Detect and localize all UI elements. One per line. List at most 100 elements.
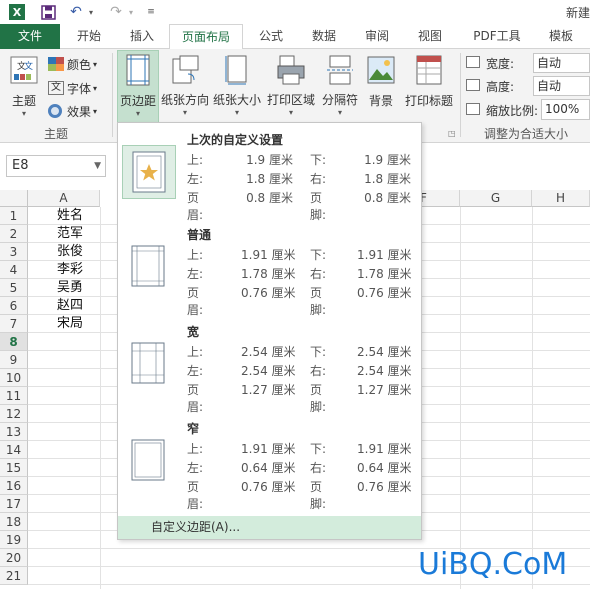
- row-header[interactable]: 14: [0, 441, 28, 459]
- tab-templates[interactable]: 模板: [538, 24, 584, 49]
- fonts-icon: 文: [48, 81, 64, 95]
- cell-a5[interactable]: 吴勇: [40, 279, 100, 297]
- right-value: 1.8 厘米: [364, 172, 411, 186]
- row-header[interactable]: 2: [0, 225, 28, 243]
- header-key: 页眉:: [187, 383, 204, 414]
- name-box[interactable]: E8 ▼: [6, 155, 106, 177]
- grid-line: [100, 207, 101, 589]
- fonts-button[interactable]: 文 字体 ▾: [48, 79, 104, 97]
- tab-view[interactable]: 视图: [406, 24, 454, 49]
- page-narrow-icon: [131, 439, 165, 481]
- height-select[interactable]: 自动: [533, 76, 590, 96]
- margin-preset-narrow[interactable]: 窄 上: 1.91 厘米 下: 1.91 厘米 左: 0.64 厘米 右: 0.…: [118, 414, 421, 511]
- cell-a6[interactable]: 赵四: [40, 297, 100, 315]
- ribbon-tabs: 文件 开始 插入 页面布局 公式 数据 审阅 视图 PDF工具 模板: [0, 24, 590, 50]
- row-header[interactable]: 6: [0, 297, 28, 315]
- bottom-key: 下:: [310, 442, 327, 456]
- tab-review[interactable]: 审阅: [354, 24, 400, 49]
- row-header[interactable]: 3: [0, 243, 28, 261]
- tab-formulas[interactable]: 公式: [248, 24, 294, 49]
- column-header-g[interactable]: G: [460, 190, 532, 207]
- undo-dropdown-icon[interactable]: ▾: [86, 3, 96, 21]
- row-header[interactable]: 20: [0, 549, 28, 567]
- tab-insert[interactable]: 插入: [118, 24, 166, 49]
- right-key: 右:: [310, 461, 327, 475]
- customize-qat-icon[interactable]: ≡: [145, 3, 157, 21]
- row-header[interactable]: 13: [0, 423, 28, 441]
- tab-file[interactable]: 文件: [0, 24, 60, 49]
- row-header[interactable]: 4: [0, 261, 28, 279]
- header-key: 页眉:: [187, 480, 204, 511]
- colors-button[interactable]: 颜色 ▾: [48, 55, 104, 73]
- row-header[interactable]: 19: [0, 531, 28, 549]
- redo-icon[interactable]: ↷: [106, 3, 126, 21]
- print-area-button[interactable]: 打印区域 ▾: [265, 50, 317, 123]
- cell-a7[interactable]: 宋局: [40, 315, 100, 333]
- cell-a2[interactable]: 范军: [40, 225, 100, 243]
- breaks-button[interactable]: 分隔符 ▾: [319, 50, 361, 123]
- cell-a3[interactable]: 张俊: [40, 243, 100, 261]
- scale-icon: [466, 103, 480, 115]
- custom-margins-item[interactable]: 自定义边距(A)...: [118, 516, 421, 539]
- right-value: 2.54 厘米: [357, 364, 412, 378]
- footer-key: 页脚:: [310, 191, 327, 222]
- preset-title: 宽: [187, 325, 200, 339]
- width-icon: [466, 56, 480, 68]
- row-header[interactable]: 16: [0, 477, 28, 495]
- page-setup-launcher-icon[interactable]: ◳: [448, 129, 456, 138]
- page-star-icon: [132, 151, 166, 193]
- row-header[interactable]: 8: [0, 333, 28, 351]
- background-button[interactable]: 背景: [363, 50, 399, 123]
- colors-icon: [48, 57, 64, 71]
- row-header[interactable]: 12: [0, 405, 28, 423]
- tab-home[interactable]: 开始: [64, 24, 114, 49]
- tab-data[interactable]: 数据: [300, 24, 348, 49]
- bottom-key: 下:: [310, 248, 327, 262]
- orientation-button[interactable]: 纸张方向 ▾: [161, 50, 209, 123]
- size-button[interactable]: 纸张大小 ▾: [212, 50, 262, 123]
- row-header[interactable]: 9: [0, 351, 28, 369]
- margins-button[interactable]: 页边距 ▾: [117, 50, 159, 123]
- grid-line: [28, 584, 590, 585]
- left-value: 0.64 厘米: [241, 461, 296, 475]
- undo-icon[interactable]: ↶: [66, 3, 86, 21]
- print-titles-icon: [416, 55, 442, 85]
- row-header[interactable]: 7: [0, 315, 28, 333]
- themes-button[interactable]: 文文 主题 ▾: [4, 55, 44, 118]
- row-header[interactable]: 15: [0, 459, 28, 477]
- scale-input[interactable]: 100%: [541, 99, 590, 120]
- right-key: 右:: [310, 267, 327, 281]
- select-all-corner[interactable]: [0, 190, 28, 207]
- left-value: 2.54 厘米: [241, 364, 296, 378]
- row-header[interactable]: 18: [0, 513, 28, 531]
- column-header-a[interactable]: A: [28, 190, 100, 207]
- row-header[interactable]: 1: [0, 207, 28, 225]
- width-value: 自动: [537, 56, 562, 70]
- row-header[interactable]: 11: [0, 387, 28, 405]
- effects-button[interactable]: 效果 ▾: [48, 102, 104, 120]
- row-header[interactable]: 5: [0, 279, 28, 297]
- row-header[interactable]: 21: [0, 567, 28, 585]
- print-titles-button[interactable]: 打印标题: [402, 50, 456, 123]
- margin-preset-normal[interactable]: 普通 上: 1.91 厘米 下: 1.91 厘米 左: 1.78 厘米 右: 1…: [118, 220, 421, 317]
- cell-a1[interactable]: 姓名: [40, 207, 100, 225]
- name-box-dropdown-icon[interactable]: ▼: [94, 156, 101, 176]
- redo-dropdown-icon[interactable]: ▾: [126, 3, 136, 21]
- margin-preset-wide[interactable]: 宽 上: 2.54 厘米 下: 2.54 厘米 左: 2.54 厘米 右: 2.…: [118, 317, 421, 414]
- excel-logo-icon: X: [6, 3, 28, 21]
- scale-label: 缩放比例:: [486, 104, 539, 118]
- row-header[interactable]: 10: [0, 369, 28, 387]
- column-header-h[interactable]: H: [532, 190, 590, 207]
- save-icon[interactable]: [38, 3, 58, 21]
- top-value: 1.91 厘米: [241, 442, 296, 456]
- row-header[interactable]: 17: [0, 495, 28, 513]
- tab-pdf-tools[interactable]: PDF工具: [462, 24, 532, 49]
- width-select[interactable]: 自动: [533, 53, 590, 73]
- breaks-label: 分隔符: [321, 93, 358, 107]
- effects-dropdown-icon: ▾: [93, 106, 98, 116]
- size-label: 纸张大小: [212, 93, 261, 107]
- margin-preset-last-custom[interactable]: 上次的自定义设置 上: 1.9 厘米 下: 1.9 厘米 左: 1.8 厘米 右…: [118, 125, 421, 222]
- tab-page-layout[interactable]: 页面布局: [169, 24, 243, 50]
- cell-a4[interactable]: 李彩: [40, 261, 100, 279]
- last-custom-thumb: [122, 145, 176, 199]
